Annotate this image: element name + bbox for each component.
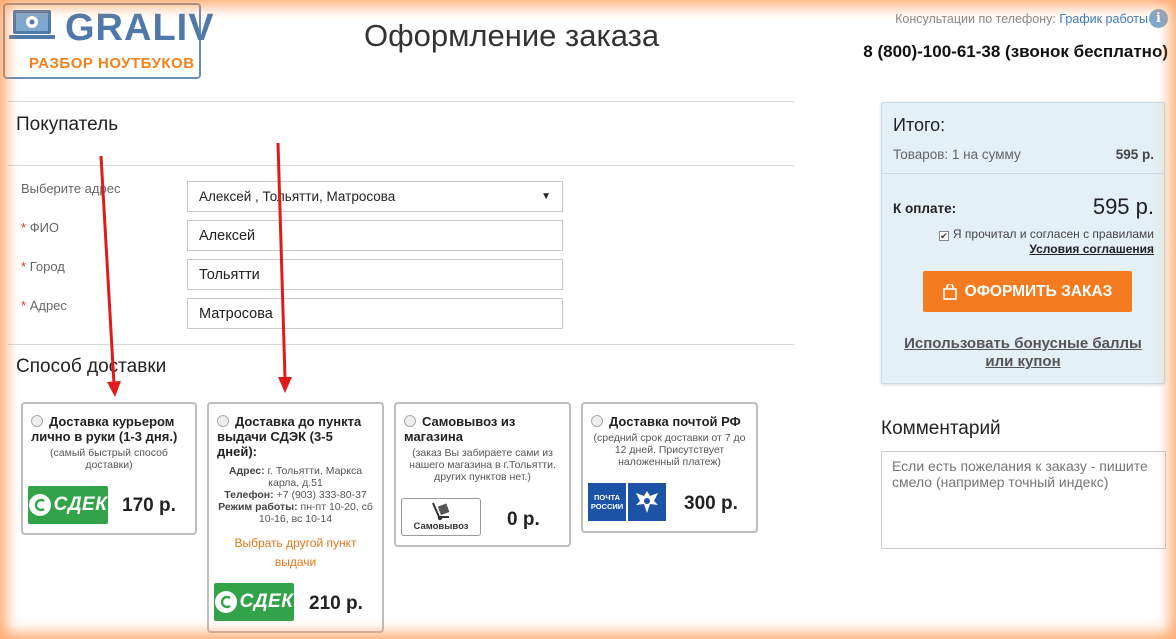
comment-textarea[interactable] <box>881 451 1166 549</box>
required-mark: * <box>21 298 27 313</box>
hand-truck-icon <box>432 502 450 521</box>
required-mark: * <box>21 220 27 235</box>
delivery-option-title: Доставка почтой РФ <box>591 414 748 429</box>
delivery-option-cdek-pickup[interactable]: Доставка до пункта выдачи СДЭК (3-5 дней… <box>207 402 384 633</box>
eagle-emblem-icon <box>628 483 666 521</box>
delivery-price: 0 р. <box>507 509 540 530</box>
delivery-option-note: (средний срок доставки от 7 до 12 дней. … <box>593 432 746 468</box>
city-label-text: Город <box>29 259 65 274</box>
consult-label: Консультации по телефону: <box>895 12 1056 26</box>
info-icon[interactable]: i <box>1149 9 1168 28</box>
divider <box>882 173 1164 174</box>
delivery-option-title: Доставка до пункта выдачи СДЭК (3-5 дней… <box>217 414 362 459</box>
dropdown-arrow-icon: ▼ <box>541 191 551 202</box>
place-order-label: ОФОРМИТЬ ЗАКАЗ <box>964 282 1113 300</box>
delivery-price: 300 р. <box>684 493 738 514</box>
pay-value: 595 р. <box>1092 194 1154 219</box>
bonus-coupon-link[interactable]: Использовать бонусные баллы или купон <box>902 335 1144 371</box>
radio-button[interactable] <box>217 415 229 427</box>
divider <box>8 165 794 166</box>
pickup-point-details: Адрес: г. Тольятти, Маркса карла, д.51 Т… <box>218 465 373 525</box>
city-input[interactable] <box>187 259 563 290</box>
logo-subtitle: РАЗБОР НОУТБУКОВ <box>29 55 195 72</box>
terms-link[interactable]: Условия соглашения <box>1029 242 1154 256</box>
radio-button[interactable] <box>31 415 43 427</box>
comment-title: Комментарий <box>881 418 1001 439</box>
choose-pickup-point-link[interactable]: Выбрать другой пункт выдачи <box>217 534 374 572</box>
cdek-logo-text: СДЕК <box>53 494 108 515</box>
radio-button[interactable] <box>591 415 603 427</box>
delivery-price: 170 р. <box>122 495 176 516</box>
consult-line: Консультации по телефону: График работы <box>895 12 1148 26</box>
russian-post-logo-text: ПОЧТА РОССИИ <box>588 483 626 521</box>
delivery-price: 210 р. <box>309 593 363 614</box>
cdek-badge-icon <box>28 494 51 516</box>
delivery-option-title: Доставка курьером лично в руки (1-3 дня.… <box>31 414 178 444</box>
cdek-logo: СДЕК <box>214 583 294 621</box>
address-label-text: Адрес <box>29 298 67 313</box>
buyer-section-title: Покупатель <box>16 114 119 135</box>
site-logo[interactable]: GRALIV РАЗБОР НОУТБУКОВ <box>3 3 214 79</box>
address-input[interactable] <box>187 298 563 329</box>
delivery-option-self-pickup[interactable]: Самовывоз из магазина (заказ Вы забирает… <box>394 402 571 547</box>
summary-title: Итого: <box>893 115 946 135</box>
cdek-logo-text: СДЕК <box>239 591 294 612</box>
agree-checkbox[interactable]: ✔ <box>938 231 949 241</box>
required-mark: * <box>21 259 27 274</box>
city-label: * Город <box>21 259 65 274</box>
self-pickup-logo: Самовывоз <box>401 498 481 536</box>
address-select-value: Алексей , Тольятти, Матросова <box>199 189 396 204</box>
cdek-badge-icon <box>214 591 237 613</box>
address-label: * Адрес <box>21 298 67 313</box>
agree-text: Я прочитал и согласен с правилами <box>952 227 1154 241</box>
divider <box>8 101 794 102</box>
shopping-bag-icon <box>942 283 957 300</box>
fio-label-text: ФИО <box>29 220 60 235</box>
fio-input[interactable] <box>187 220 563 251</box>
delivery-option-note: (самый быстрый способ доставки) <box>50 447 168 471</box>
delivery-section-title: Способ доставки <box>16 356 167 377</box>
russian-post-logo: ПОЧТА РОССИИ <box>588 483 666 521</box>
self-pickup-logo-text: Самовывоз <box>413 521 469 532</box>
delivery-option-courier[interactable]: Доставка курьером лично в руки (1-3 дня.… <box>21 402 197 535</box>
fio-label: * ФИО <box>21 220 59 235</box>
agreement-block: ✔ Я прочитал и согласен с правилами Услов… <box>938 227 1154 257</box>
delivery-option-russian-post[interactable]: Доставка почтой РФ (средний срок доставк… <box>581 402 758 533</box>
delivery-option-note: (заказ Вы забираете сами из нашего магаз… <box>409 447 556 483</box>
goods-value: 595 р. <box>1115 147 1154 162</box>
goods-row: Товаров: 1 на сумму 595 р. <box>893 147 1154 162</box>
address-select[interactable]: Алексей , Тольятти, Матросова ▼ <box>187 181 563 212</box>
place-order-button[interactable]: ОФОРМИТЬ ЗАКАЗ <box>923 271 1132 312</box>
divider <box>8 344 794 345</box>
radio-button[interactable] <box>404 415 416 427</box>
delivery-option-title: Самовывоз из магазина <box>404 414 516 444</box>
address-select-label: Выберите адрес <box>21 181 121 196</box>
laptop-gear-icon <box>9 10 55 39</box>
page-title: Оформление заказа <box>364 18 660 53</box>
goods-label: Товаров: 1 на сумму <box>893 147 1021 162</box>
cdek-logo: СДЕК <box>28 486 108 524</box>
pay-label: К оплате: <box>893 201 957 216</box>
phone-number: 8 (800)-100-61-38 (звонок бесплатно) <box>863 42 1168 61</box>
schedule-link[interactable]: График работы <box>1059 12 1148 26</box>
order-summary-panel: Итого: Товаров: 1 на сумму 595 р. К опла… <box>881 102 1165 384</box>
logo-text: GRALIV <box>65 7 215 49</box>
